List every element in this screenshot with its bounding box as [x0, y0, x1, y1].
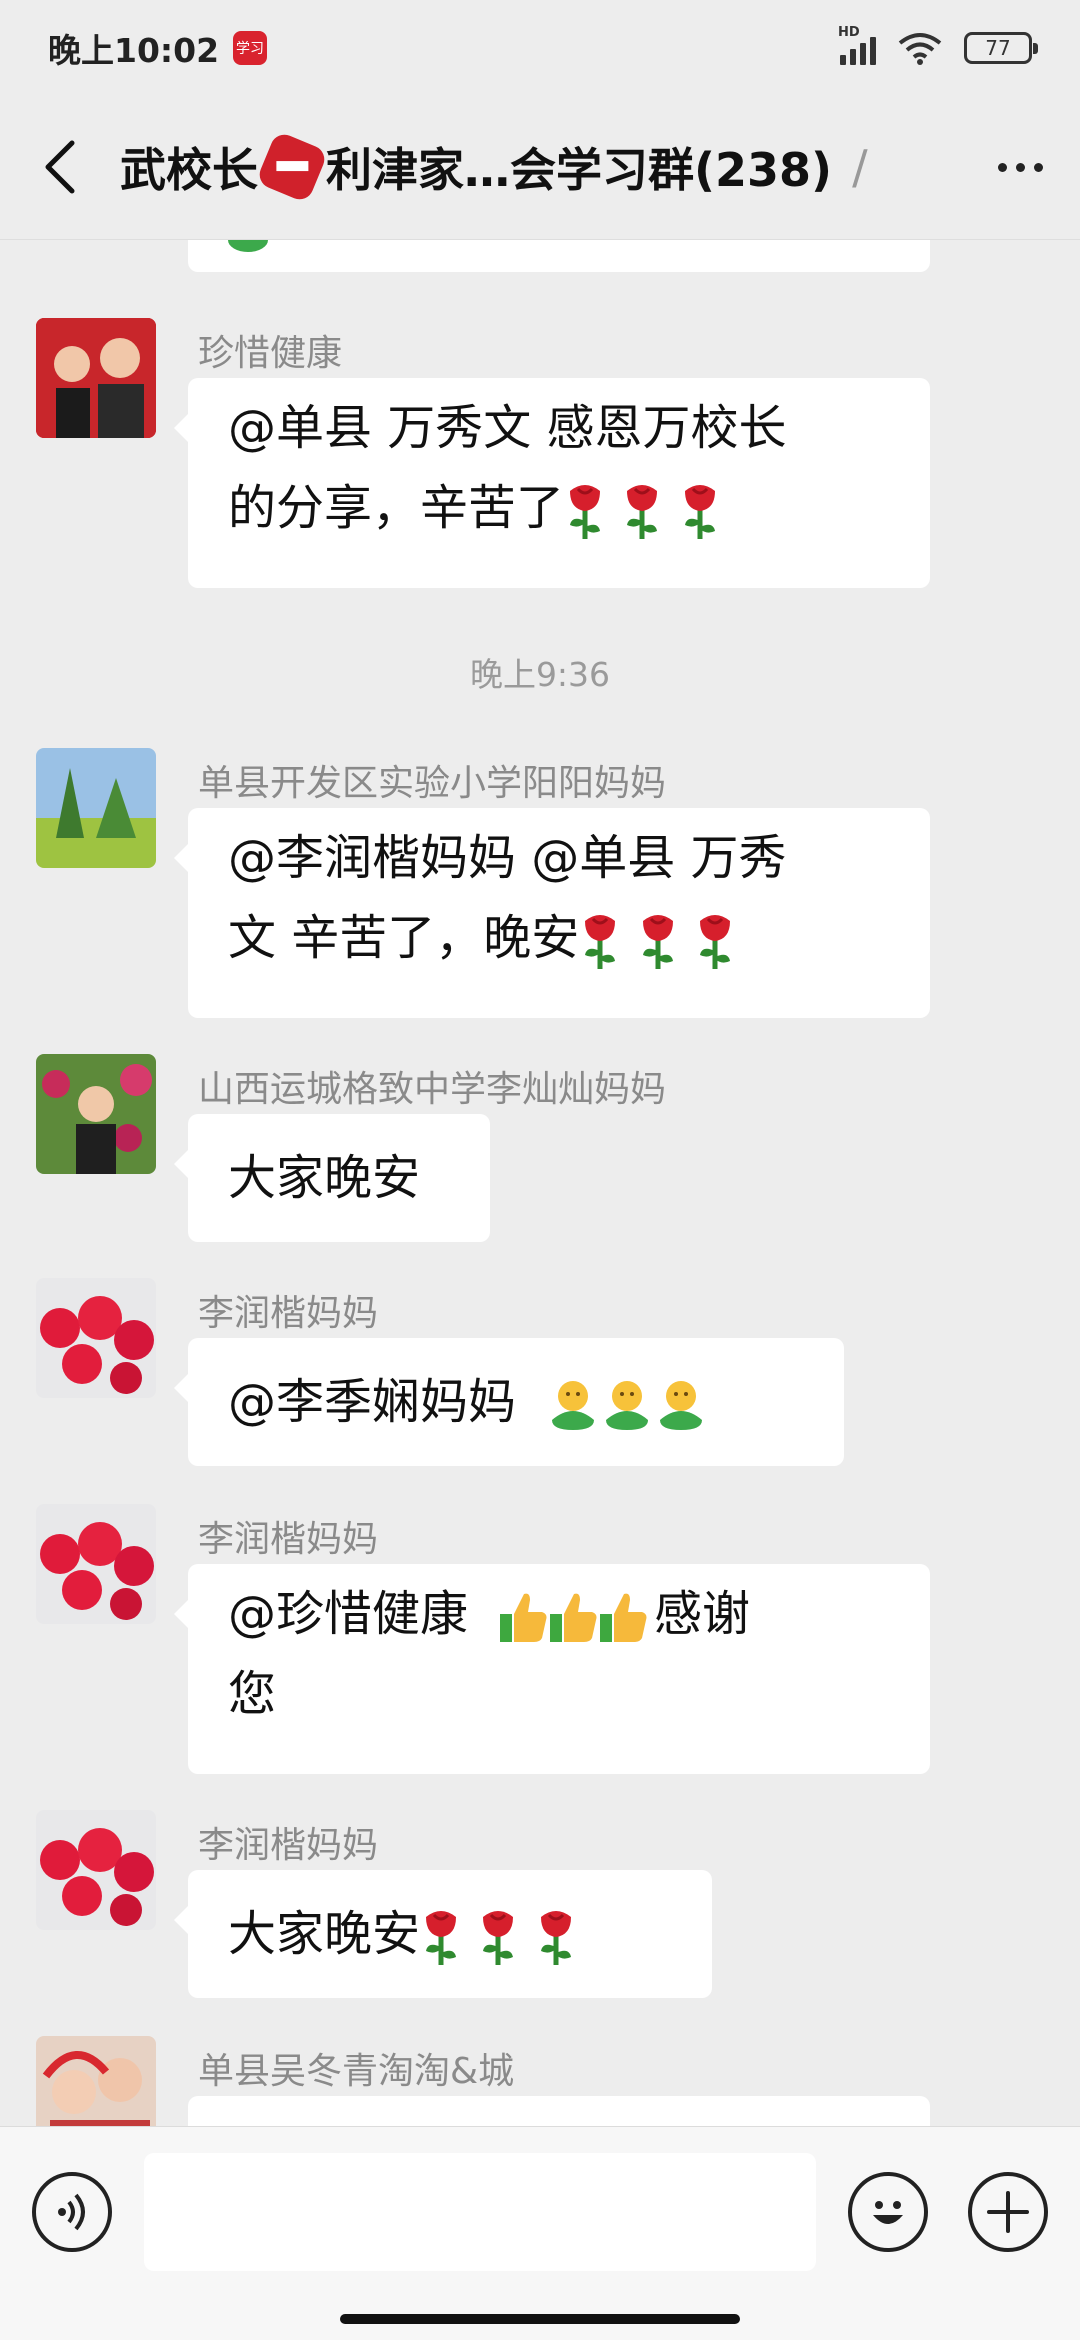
message-bubble[interactable]: @李季娴妈妈 [174, 1338, 844, 1466]
status-time: 晚上10:02 [48, 30, 220, 70]
sender-name: 李润楷妈妈 [198, 1293, 379, 1334]
input-bar [0, 2126, 1080, 2340]
avatar[interactable] [36, 1810, 156, 1930]
avatar-red-flowers-icon [36, 1278, 156, 1398]
battery-level: 77 [985, 35, 1011, 60]
time-divider: 晚上9:36 [469, 655, 611, 694]
avatar[interactable] [36, 1054, 156, 1174]
message-bubble[interactable]: @珍惜健康 感谢 您 [174, 1564, 930, 1774]
rose-emoji-icon [420, 1906, 577, 1965]
avatar[interactable] [36, 1504, 156, 1624]
message-input[interactable] [144, 2153, 816, 2271]
chat-title: 武校长 利津家…会学习群(238) / [120, 134, 960, 200]
message-list[interactable]: 珍惜健康 @单县 万秀文 感恩万校长 的分享，辛苦了 晚上9:36 单县开发区实… [0, 240, 1080, 2126]
message-bubble[interactable]: 大家晚安 [174, 1114, 490, 1242]
status-bar: 晚上10:02 学习 HD 77 [0, 0, 1080, 95]
wifi-icon [898, 32, 942, 65]
message-bubble-partial[interactable] [188, 2096, 930, 2126]
avatar[interactable] [36, 748, 156, 868]
app-notification-icon: 学习 [233, 30, 268, 65]
back-button[interactable] [0, 95, 120, 240]
more-functions-button[interactable] [968, 2172, 1048, 2252]
emoji-button[interactable] [848, 2172, 928, 2252]
avatar-red-flowers-icon [36, 1504, 156, 1624]
message-bubble[interactable]: @李润楷妈妈 @单县 万秀 文 辛苦了，晚安 [174, 808, 930, 1018]
voice-wave-icon [58, 2193, 85, 2231]
battery-icon: 77 [964, 31, 1038, 64]
hug-emoji-icon [228, 240, 268, 252]
plus-icon [987, 2191, 1029, 2233]
avatar[interactable] [36, 318, 156, 438]
avatar[interactable] [36, 2036, 156, 2126]
thumbs-up-emoji-icon [498, 1586, 648, 1642]
smiley-face-icon [873, 2201, 903, 2224]
message-bubble[interactable]: @单县 万秀文 感恩万校长 的分享，辛苦了 [174, 378, 930, 588]
message-bubble[interactable]: 大家晚安 [174, 1870, 712, 1998]
sender-name: 单县吴冬青淘淘&城 [198, 2051, 515, 2092]
message-bubble-partial[interactable] [188, 240, 930, 272]
more-dots-icon [997, 162, 1007, 172]
voice-button[interactable] [32, 2172, 112, 2252]
home-indicator [340, 2314, 740, 2324]
cellular-signal-icon: HD [838, 25, 876, 65]
sender-name: 山西运城格致中学李灿灿妈妈 [198, 1069, 667, 1110]
avatar-landscape-icon [36, 748, 156, 868]
more-options-button[interactable] [960, 95, 1080, 240]
sender-name: 珍惜健康 [198, 333, 343, 374]
chevron-left-icon [45, 140, 75, 194]
sender-name: 李润楷妈妈 [198, 1519, 379, 1560]
sender-name: 李润楷妈妈 [198, 1825, 379, 1866]
rose-emoji-icon [564, 480, 721, 539]
rose-emoji-icon [579, 910, 736, 969]
stop-sign-icon [255, 134, 329, 200]
avatar-photo-icon [36, 318, 156, 438]
avatar-photo-icon [36, 2036, 156, 2126]
avatar-red-flowers-icon [36, 1810, 156, 1930]
avatar[interactable] [36, 1278, 156, 1398]
network-label: HD [838, 24, 860, 40]
sender-name: 单县开发区实验小学阳阳妈妈 [198, 763, 667, 804]
avatar-flowers-icon [36, 1054, 156, 1174]
chat-header: 武校长 利津家…会学习群(238) / [0, 95, 1080, 240]
status-icons: HD 77 [838, 25, 1038, 65]
hug-emoji-icon [546, 1374, 708, 1430]
